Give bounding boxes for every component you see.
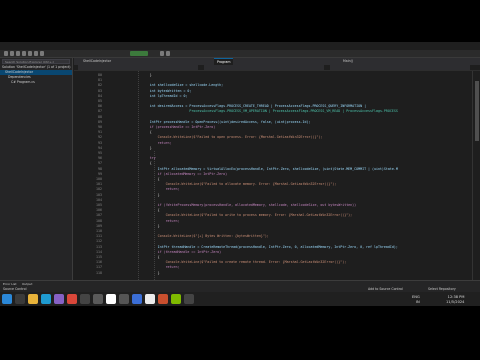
toolbar-button[interactable] <box>28 51 32 56</box>
code-editor[interactable]: 80 } 81 82 int shellcodeSize = shellcode.L… <box>74 71 472 280</box>
app-icon[interactable] <box>145 294 155 304</box>
vertical-scrollbar[interactable] <box>472 71 480 280</box>
toolbar-button[interactable] <box>166 51 170 56</box>
toolbar-button[interactable] <box>4 51 8 56</box>
tab-program[interactable]: Program <box>214 58 234 65</box>
toolbar-button[interactable] <box>16 51 20 56</box>
app-icon[interactable] <box>93 294 103 304</box>
toolbar <box>0 50 480 58</box>
app-icon[interactable] <box>171 294 181 304</box>
screen: Search Solution Explorer (Ctrl+;) Soluti… <box>0 0 480 360</box>
tree-item[interactable]: C# Program.cs <box>0 80 72 85</box>
member-dropdown[interactable] <box>330 65 470 70</box>
line-number: 118 <box>96 270 102 275</box>
chrome-icon[interactable] <box>67 294 77 304</box>
app-icon[interactable] <box>184 294 194 304</box>
start-icon[interactable] <box>2 294 12 304</box>
tray-date: 11/5/2024 <box>446 299 465 304</box>
tray-time: 12:38 PM <box>447 295 465 299</box>
scrollbar-thumb[interactable] <box>475 81 479 141</box>
solution-tree: Solution 'ShellCodeInjector' (1 of 1 pro… <box>0 65 72 85</box>
menu-bar <box>0 42 480 50</box>
type-dropdown[interactable] <box>204 65 324 70</box>
toolbar-button[interactable] <box>10 51 14 56</box>
code-text: } <box>110 270 160 275</box>
file-explorer-icon[interactable] <box>28 294 38 304</box>
project-dropdown[interactable] <box>78 65 198 70</box>
toolbar-button[interactable] <box>160 51 164 56</box>
app-icon[interactable] <box>132 294 142 304</box>
solution-search-input[interactable]: Search Solution Explorer (Ctrl+;) <box>2 59 70 64</box>
app-icon[interactable] <box>158 294 168 304</box>
visual-studio-icon[interactable] <box>54 294 64 304</box>
app-icon[interactable] <box>119 294 129 304</box>
tab-main[interactable]: Main() <box>340 58 356 65</box>
taskbar: ENG IN 12:38 PM 11/5/2024 <box>0 292 480 306</box>
solution-explorer: Search Solution Explorer (Ctrl+;) Soluti… <box>0 58 73 280</box>
tray-region: IN <box>416 299 420 304</box>
visual-studio-window: Search Solution Explorer (Ctrl+;) Soluti… <box>0 42 480 292</box>
tray-clock[interactable]: 12:38 PM 11/5/2024 <box>446 295 464 304</box>
edge-icon[interactable] <box>41 294 51 304</box>
document-tabs: ShellCodeInjector Program Main() <box>74 58 480 65</box>
search-icon[interactable] <box>15 294 25 304</box>
tray-language[interactable]: ENG IN <box>412 295 420 304</box>
app-icon[interactable] <box>106 294 116 304</box>
toolbar-button[interactable] <box>34 51 38 56</box>
code-line[interactable]: 118 } <box>74 271 472 276</box>
app-icon[interactable] <box>80 294 90 304</box>
tab-shellcodeinjector[interactable]: ShellCodeInjector <box>80 58 114 65</box>
run-button[interactable] <box>130 51 148 56</box>
toolbar-button[interactable] <box>40 51 44 56</box>
toolbar-button[interactable] <box>22 51 26 56</box>
tray-lang: ENG <box>412 295 420 299</box>
